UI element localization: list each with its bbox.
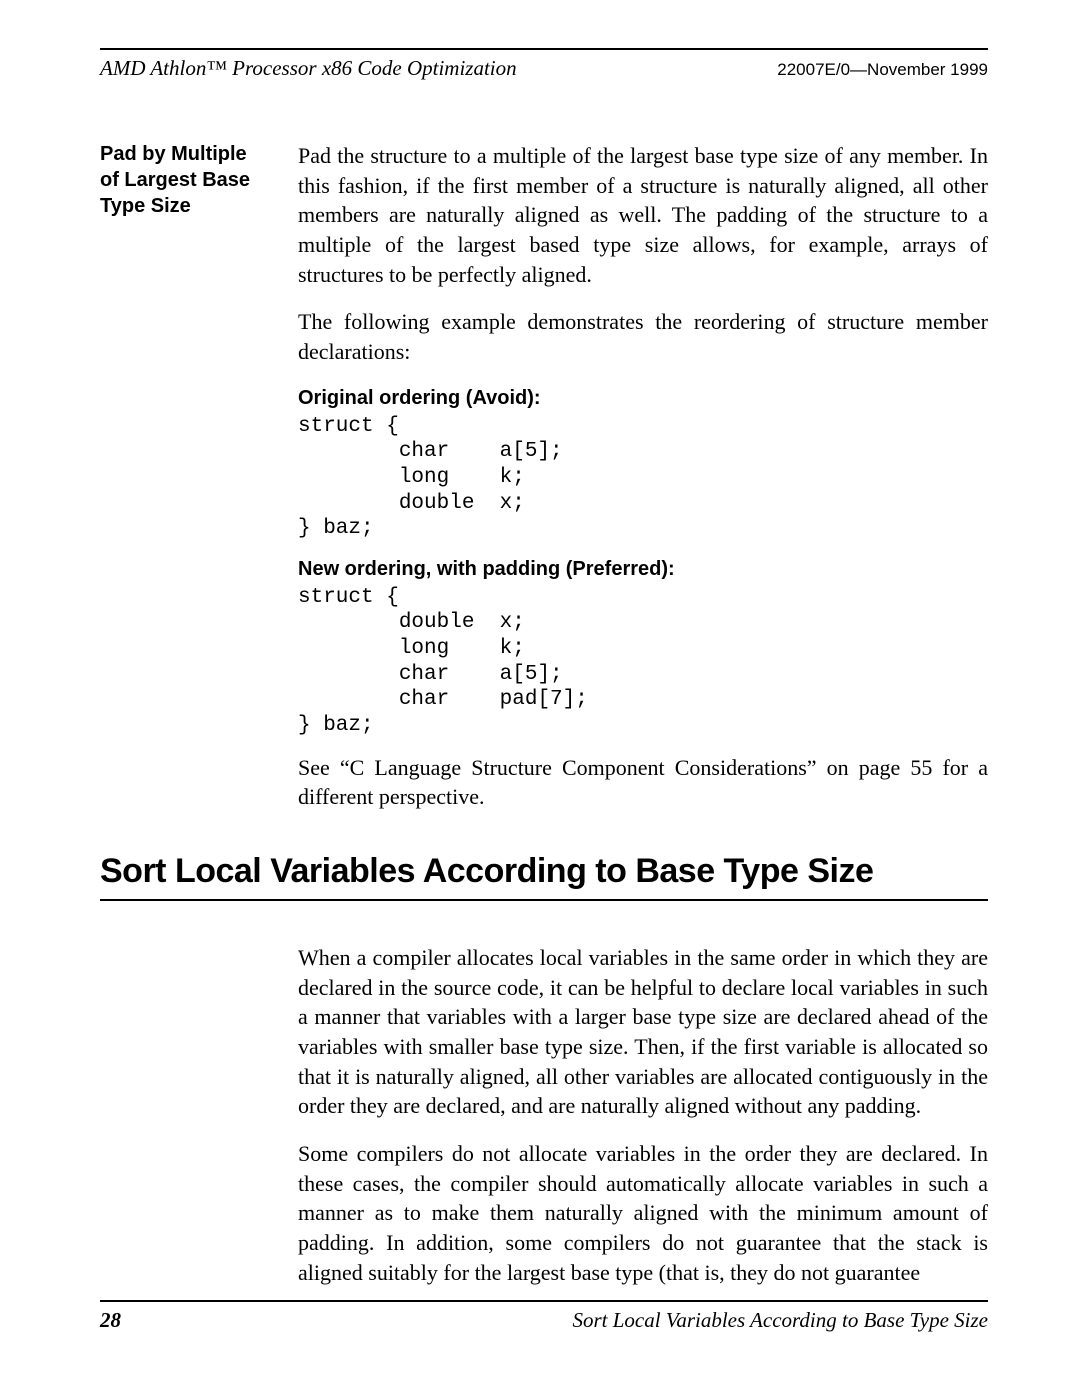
side-heading-empty bbox=[100, 943, 270, 1288]
section-pad-multiple: Pad by Multiple of Largest Base Type Siz… bbox=[100, 141, 988, 812]
main-heading: Sort Local Variables According to Base T… bbox=[100, 852, 988, 901]
header-right: 22007E/0—November 1999 bbox=[777, 60, 988, 80]
page-number: 28 bbox=[100, 1308, 121, 1333]
paragraph: The following example demonstrates the r… bbox=[298, 307, 988, 366]
page: AMD Athlon™ Processor x86 Code Optimizat… bbox=[0, 0, 1080, 1287]
paragraph: When a compiler allocates local variable… bbox=[298, 943, 988, 1121]
code-block-new: struct { double x; long k; char a[5]; ch… bbox=[298, 585, 988, 739]
footer: 28 Sort Local Variables According to Bas… bbox=[100, 1300, 988, 1333]
body-column: Pad the structure to a multiple of the l… bbox=[298, 141, 988, 812]
side-heading: Pad by Multiple of Largest Base Type Siz… bbox=[100, 141, 270, 812]
top-rule bbox=[100, 48, 988, 50]
code-heading-preferred: New ordering, with padding (Preferred): bbox=[298, 556, 988, 583]
header-left: AMD Athlon™ Processor x86 Code Optimizat… bbox=[100, 56, 517, 81]
section-sort-locals: When a compiler allocates local variable… bbox=[100, 943, 988, 1288]
paragraph: Pad the structure to a multiple of the l… bbox=[298, 141, 988, 289]
running-header: AMD Athlon™ Processor x86 Code Optimizat… bbox=[100, 56, 988, 81]
code-heading-avoid: Original ordering (Avoid): bbox=[298, 385, 988, 412]
code-block-original: struct { char a[5]; long k; double x; } … bbox=[298, 414, 988, 542]
body-column: When a compiler allocates local variable… bbox=[298, 943, 988, 1288]
footer-title: Sort Local Variables According to Base T… bbox=[573, 1308, 989, 1333]
paragraph: See “C Language Structure Component Cons… bbox=[298, 753, 988, 812]
paragraph: Some compilers do not allocate variables… bbox=[298, 1139, 988, 1287]
